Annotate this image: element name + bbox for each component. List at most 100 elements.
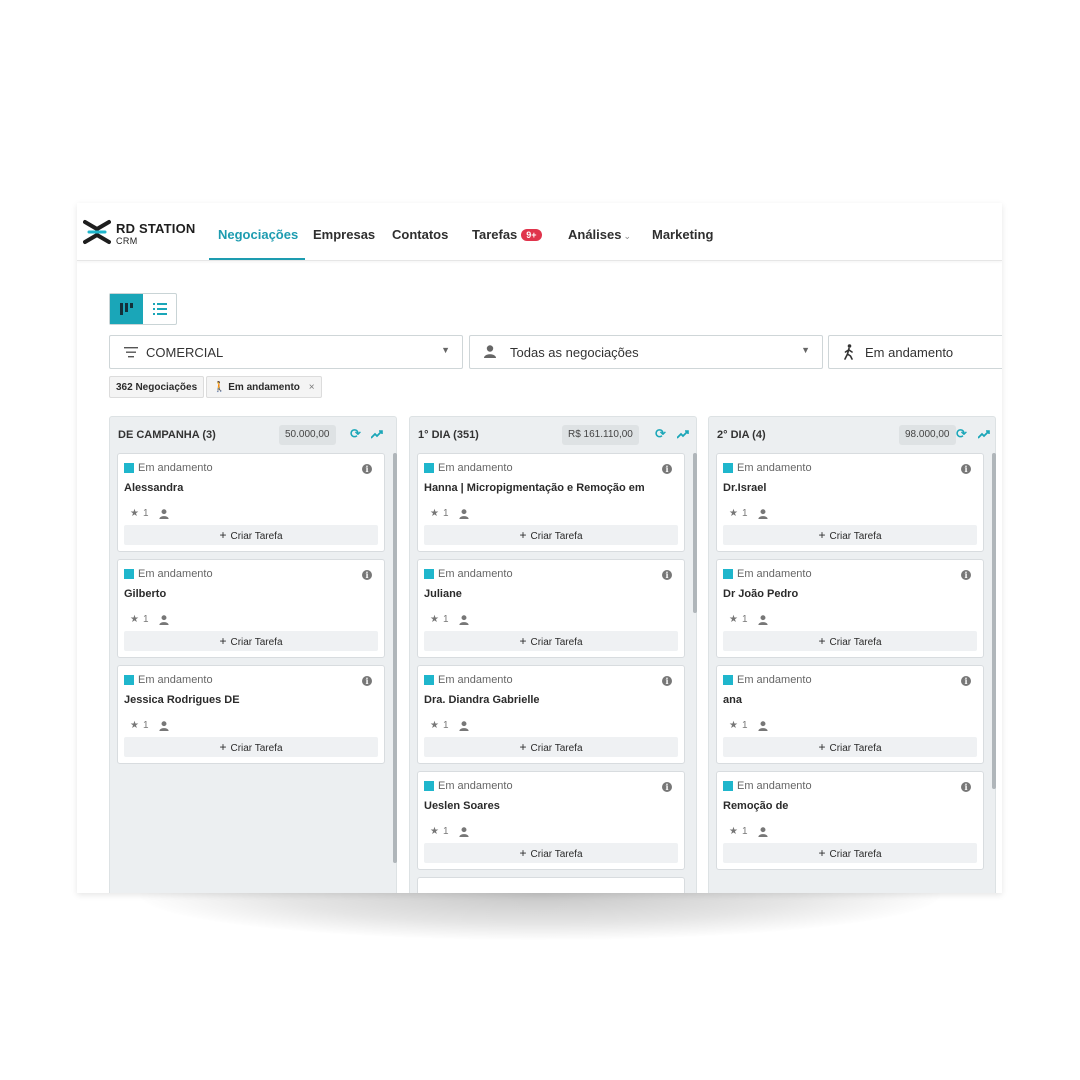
plus-icon: + — [818, 846, 826, 860]
deal-name[interactable]: ana — [723, 694, 742, 706]
create-task-label: Criar Tarefa — [530, 637, 583, 648]
nav-analises[interactable]: Análises ⌄ — [568, 227, 631, 242]
column-title: 2° DIA (4) — [717, 429, 766, 441]
nav-negociacoes[interactable]: Negociações — [218, 227, 298, 242]
create-task-button[interactable]: + Criar Tarefa — [124, 737, 378, 757]
create-task-button[interactable]: + Criar Tarefa — [124, 525, 378, 545]
info-icon[interactable]: i — [961, 782, 971, 792]
refresh-icon[interactable]: ⟳ — [956, 426, 967, 442]
deal-meta: ★ 1 — [430, 826, 469, 837]
deal-name[interactable]: Gilberto — [124, 588, 166, 600]
star-icon: ★ — [130, 614, 139, 625]
create-task-button[interactable]: + Criar Tarefa — [424, 525, 678, 545]
column-scrollbar[interactable] — [393, 453, 397, 863]
deal-name[interactable]: Dra. Diandra Gabrielle — [424, 694, 540, 706]
info-icon[interactable]: i — [662, 782, 672, 792]
create-task-button[interactable]: + Criar Tarefa — [124, 631, 378, 651]
create-task-button[interactable]: + Criar Tarefa — [723, 631, 977, 651]
remove-filter-icon[interactable]: × — [309, 382, 315, 393]
column-total-value: R$ 161.110,00 — [562, 425, 639, 445]
info-icon[interactable]: i — [362, 464, 372, 474]
deal-status-label: Em andamento — [438, 780, 513, 792]
rd-station-logo[interactable]: RD STATION CRM — [83, 217, 198, 251]
deal-card[interactable]: Em andamento i Juliane ★ 1 + Criar Tarefa — [417, 559, 685, 658]
status-select-value: Em andamento — [865, 345, 954, 360]
info-icon[interactable]: i — [662, 570, 672, 580]
nav-tarefas[interactable]: Tarefas 9+ — [472, 227, 542, 242]
deal-name[interactable]: Juliane — [424, 588, 462, 600]
trend-up-icon[interactable] — [978, 430, 990, 440]
kanban-view-button[interactable] — [110, 294, 143, 324]
user-icon — [458, 508, 469, 519]
info-icon[interactable]: i — [362, 570, 372, 580]
deal-name[interactable]: Hanna | Micropigmentação e Remoção em — [424, 482, 645, 494]
plus-icon: + — [219, 528, 227, 542]
deal-rating: 1 — [142, 614, 149, 625]
deal-card[interactable]: Em andamento i Ueslen Soares ★ 1 + Criar Taref… — [417, 771, 685, 870]
star-icon: ★ — [130, 720, 139, 731]
deal-name[interactable]: Jessica Rodrigues DE — [124, 694, 240, 706]
deal-name[interactable]: Dr João Pedro — [723, 588, 798, 600]
deal-card[interactable]: Em andamento i Jessica Rodrigues DE ★ 1 + Cria… — [117, 665, 385, 764]
deal-status-label: Em andamento — [737, 780, 812, 792]
deal-card[interactable]: Em andamento i Dr João Pedro ★ 1 + Criar Taref… — [716, 559, 984, 658]
deal-name[interactable]: Remoção de — [723, 800, 788, 812]
info-icon[interactable]: i — [961, 676, 971, 686]
walking-person-icon — [844, 344, 853, 360]
user-icon — [458, 614, 469, 625]
create-task-label: Criar Tarefa — [230, 531, 283, 542]
deal-card[interactable]: Em andamento i Gilberto ★ 1 + Criar Tarefa — [117, 559, 385, 658]
column-title: 1° DIA (351) — [418, 429, 479, 441]
trend-up-icon[interactable] — [677, 430, 689, 440]
create-task-button[interactable]: + Criar Tarefa — [723, 737, 977, 757]
column-scrollbar[interactable] — [693, 453, 697, 613]
info-icon[interactable]: i — [662, 464, 672, 474]
deal-name[interactable]: Alessandra — [124, 482, 183, 494]
status-filter-chip: 🚶 Em andamento × — [206, 376, 322, 398]
trend-up-icon[interactable] — [371, 430, 383, 440]
deal-card[interactable]: Em andamento i Dra. Diandra Gabrielle ★ 1 + Cr… — [417, 665, 685, 764]
create-task-button[interactable]: + Criar Tarefa — [424, 843, 678, 863]
top-nav: RD STATION CRM Negociações Empresas Cont… — [77, 203, 1002, 261]
deal-status-label: Em andamento — [438, 674, 513, 686]
plus-icon: + — [818, 528, 826, 542]
status-select[interactable]: Em andamento — [828, 335, 1002, 369]
create-task-label: Criar Tarefa — [829, 637, 882, 648]
deal-card[interactable]: Em andamento i Hanna | Micropigmentação e … — [417, 453, 685, 552]
info-icon[interactable]: i — [961, 464, 971, 474]
deal-status-label: Em andamento — [737, 674, 812, 686]
deal-card[interactable]: Em andamento i Remoção de ★ 1 + Criar Tarefa — [716, 771, 984, 870]
nav-empresas[interactable]: Empresas — [313, 227, 375, 242]
nav-contatos[interactable]: Contatos — [392, 227, 448, 242]
info-icon[interactable]: i — [961, 570, 971, 580]
refresh-icon[interactable]: ⟳ — [655, 426, 666, 442]
create-task-button[interactable]: + Criar Tarefa — [424, 631, 678, 651]
deal-name[interactable]: Ueslen Soares — [424, 800, 500, 812]
deal-meta: ★ 1 — [430, 720, 469, 731]
create-task-label: Criar Tarefa — [530, 849, 583, 860]
deal-rating: 1 — [442, 720, 449, 731]
list-view-button[interactable] — [143, 294, 176, 324]
create-task-button[interactable]: + Criar Tarefa — [723, 843, 977, 863]
create-task-button[interactable]: + Criar Tarefa — [424, 737, 678, 757]
caret-down-icon: ▼ — [801, 345, 810, 355]
pipeline-select[interactable]: COMERCIAL ▼ — [109, 335, 463, 369]
info-icon[interactable]: i — [662, 676, 672, 686]
status-square-icon — [723, 675, 733, 685]
pipeline-select-value: COMERCIAL — [146, 345, 224, 360]
column-total-value: 98.000,00 — [899, 425, 956, 445]
info-icon[interactable]: i — [362, 676, 372, 686]
column-scrollbar[interactable] — [992, 453, 996, 789]
deal-card[interactable]: Em andamento i ana ★ 1 + Criar Tarefa — [716, 665, 984, 764]
create-task-button[interactable]: + Criar Tarefa — [723, 525, 977, 545]
deal-name[interactable]: Dr.Israel — [723, 482, 766, 494]
deals-select[interactable]: Todas as negociações ▼ — [469, 335, 823, 369]
deal-card-partial[interactable] — [417, 877, 685, 893]
deal-card[interactable]: Em andamento i Dr.Israel ★ 1 + Criar Tarefa — [716, 453, 984, 552]
nav-marketing[interactable]: Marketing — [652, 227, 713, 242]
star-icon: ★ — [430, 720, 439, 731]
deal-status-label: Em andamento — [737, 462, 812, 474]
deal-status: Em andamento — [124, 568, 213, 580]
deal-card[interactable]: Em andamento i Alessandra ★ 1 + Criar Tarefa — [117, 453, 385, 552]
refresh-icon[interactable]: ⟳ — [350, 426, 361, 442]
